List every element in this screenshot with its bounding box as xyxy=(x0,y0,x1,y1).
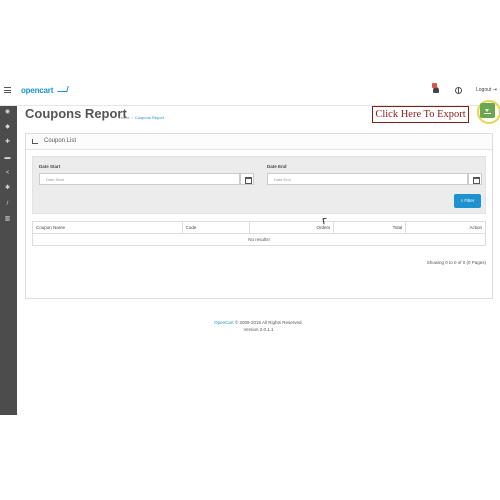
date-end-input[interactable]: Date End xyxy=(267,173,468,185)
breadcrumb-home[interactable]: Home xyxy=(119,115,130,120)
no-results-text: No results! xyxy=(32,233,486,246)
opencart-logo[interactable]: opencart xyxy=(21,86,53,95)
col-action: Action xyxy=(405,221,486,234)
gear-icon[interactable]: ✱ xyxy=(4,185,11,191)
tag-icon[interactable]: ◆ xyxy=(4,124,11,130)
footer-copyright-line: OpenCart © 2009-2015 All Rights Reserved… xyxy=(17,319,500,326)
store-globe-icon[interactable] xyxy=(455,87,462,94)
date-end-label: Date End xyxy=(267,164,287,169)
cart-logo-icon xyxy=(57,86,69,92)
filter-label: Filter xyxy=(464,198,475,203)
version-text: Version 2.0.1.1 xyxy=(243,327,274,332)
logout-link[interactable]: Logout ⇥ xyxy=(476,87,497,93)
pagination-summary: Showing 0 to 0 of 0 (0 Pages) xyxy=(426,260,486,265)
breadcrumb-separator: / xyxy=(131,115,133,120)
date-end-placeholder: Date End xyxy=(274,177,291,182)
panel-heading: Coupon List xyxy=(26,134,492,150)
footer: OpenCart © 2009-2015 All Rights Reserved… xyxy=(17,319,500,333)
alert-badge xyxy=(432,83,437,88)
col-coupon-name[interactable]: Coupon Name xyxy=(32,221,183,234)
menu-toggle-icon[interactable] xyxy=(4,87,11,93)
bar-chart-icon xyxy=(32,139,38,144)
dashboard-icon[interactable]: ◉ xyxy=(4,109,11,115)
wrench-icon[interactable]: / xyxy=(4,201,11,207)
cart-icon[interactable]: ▬ xyxy=(4,155,11,161)
top-header: opencart Logout ⇥ xyxy=(0,78,500,106)
opencart-footer-link[interactable]: OpenCart xyxy=(214,320,234,325)
table-header-row: Coupon Name Code Orders Total Action xyxy=(32,221,486,234)
filter-button[interactable]: ⌕ Filter xyxy=(454,194,481,208)
mouse-cursor-icon xyxy=(322,217,328,225)
coupon-table: Coupon Name Code Orders Total Action No … xyxy=(32,221,486,246)
panel-title: Coupon List xyxy=(44,138,77,144)
date-end-calendar-icon[interactable] xyxy=(468,173,482,185)
sidebar: ◉ ◆ ✚ ▬ < ✱ / ▥ xyxy=(0,106,17,415)
export-callout: Click Here To Export xyxy=(372,106,469,123)
col-total[interactable]: Total xyxy=(333,221,407,234)
col-code[interactable]: Code xyxy=(181,221,250,234)
page-title: Coupons Report xyxy=(25,106,127,121)
app-window: opencart Logout ⇥ ◉ ◆ ✚ ▬ < ✱ / ▥ Coupon… xyxy=(0,78,500,415)
share-icon[interactable]: < xyxy=(4,170,11,176)
filter-box: Date Start Date Start Date End Date End … xyxy=(32,156,486,214)
notification-bell-icon[interactable] xyxy=(432,83,442,96)
breadcrumb: Home / Coupons Report xyxy=(119,115,164,120)
date-start-input[interactable]: Date Start xyxy=(39,173,240,185)
date-start-placeholder: Date Start xyxy=(46,177,65,182)
copyright-text: © 2009-2015 All Rights Reserved. xyxy=(234,320,303,325)
breadcrumb-current[interactable]: Coupons Report xyxy=(135,115,164,120)
main-content: Coupons Report Home / Coupons Report Click… xyxy=(17,100,500,415)
col-orders[interactable]: Orders xyxy=(248,221,335,234)
bar-chart-icon[interactable]: ▥ xyxy=(4,216,11,222)
date-start-calendar-icon[interactable] xyxy=(240,173,254,185)
coupon-list-panel: Coupon List Date Start Date Start Date E… xyxy=(25,133,493,299)
export-button[interactable] xyxy=(480,103,495,118)
logout-label: Logout xyxy=(476,87,492,93)
puzzle-icon[interactable]: ✚ xyxy=(4,139,11,145)
date-start-label: Date Start xyxy=(39,164,61,169)
table-row: No results! xyxy=(32,233,486,246)
